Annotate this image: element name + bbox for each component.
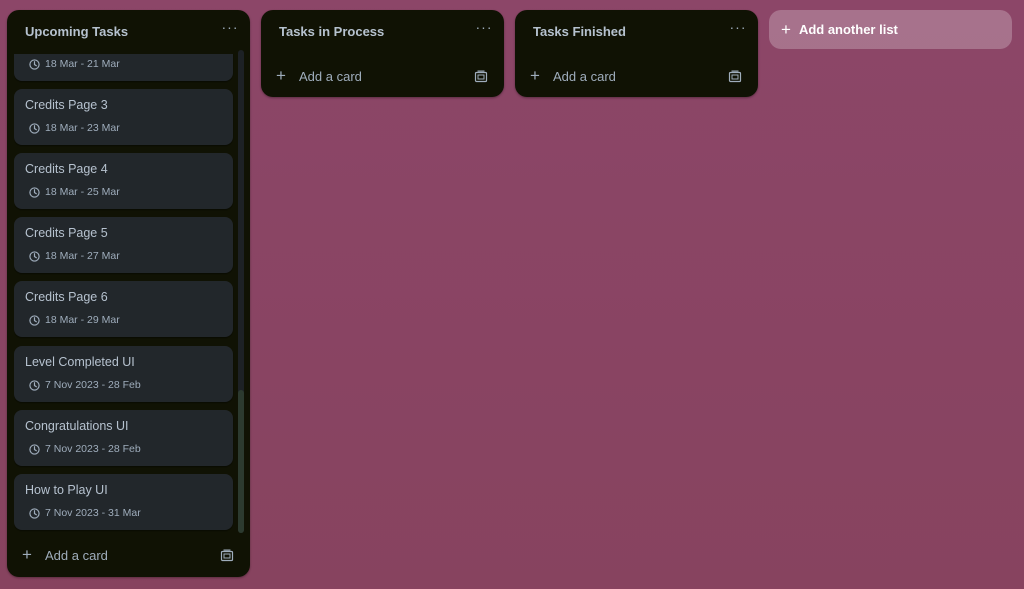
list-tasks-in-process: Tasks in Process ··· + Add a card — [261, 10, 504, 97]
card-date-badge[interactable]: 7 Nov 2023 - 28 Feb — [29, 443, 141, 455]
card-template-icon[interactable] — [474, 69, 488, 83]
card-title: How to Play UI — [25, 483, 108, 497]
clock-icon — [29, 379, 40, 391]
plus-icon: + — [781, 19, 791, 39]
list-scrollbar[interactable] — [238, 50, 244, 533]
add-card-label: Add a card — [299, 68, 362, 84]
card-date-text: 18 Mar - 27 Mar — [45, 250, 120, 262]
card-title: Credits Page 3 — [25, 98, 108, 112]
card-date-text: 18 Mar - 21 Mar — [45, 58, 120, 70]
add-list-label: Add another list — [798, 22, 898, 37]
card-template-icon[interactable] — [220, 548, 234, 562]
card-date-badge[interactable]: 18 Mar - 23 Mar — [29, 122, 120, 134]
scrollbar-thumb[interactable] — [238, 390, 244, 533]
card-title: Congratulations UI — [25, 419, 129, 433]
list-title[interactable]: Tasks in Process — [279, 24, 384, 39]
card-template-icon[interactable] — [728, 69, 742, 83]
plus-icon: + — [22, 545, 32, 564]
card-date-badge[interactable]: 18 Mar - 29 Mar — [29, 314, 120, 326]
card-date-text: 7 Nov 2023 - 28 Feb — [45, 443, 141, 455]
clock-icon — [29, 186, 40, 198]
card-date-text: 18 Mar - 29 Mar — [45, 314, 120, 326]
clock-icon — [29, 314, 40, 326]
card[interactable]: Credits Page 6 18 Mar - 29 Mar — [14, 281, 233, 337]
add-card-button[interactable]: + Add a card — [527, 62, 746, 90]
list-header[interactable]: Tasks Finished ··· — [515, 10, 758, 54]
card[interactable]: Credits Page 4 18 Mar - 25 Mar — [14, 153, 233, 209]
card-title: Credits Page 5 — [25, 226, 108, 240]
card-date-badge[interactable]: 18 Mar - 27 Mar — [29, 250, 120, 262]
clock-icon — [29, 122, 40, 134]
clock-icon — [29, 250, 40, 262]
ellipsis-icon[interactable]: ··· — [728, 20, 748, 38]
card[interactable]: 18 Mar - 21 Mar — [14, 54, 233, 81]
ellipsis-icon[interactable]: ··· — [474, 20, 494, 38]
card[interactable]: Congratulations UI 7 Nov 2023 - 28 Feb — [14, 410, 233, 466]
ellipsis-icon[interactable]: ··· — [220, 20, 240, 38]
list-header[interactable]: Upcoming Tasks ··· — [7, 10, 250, 54]
card-date-text: 7 Nov 2023 - 31 Mar — [45, 507, 141, 519]
card-date-text: 7 Nov 2023 - 28 Feb — [45, 379, 141, 391]
clock-icon — [29, 443, 40, 455]
add-card-button[interactable]: + Add a card — [273, 62, 492, 90]
card-list: 18 Mar - 21 Mar Credits Page 3 18 Mar - … — [14, 54, 241, 545]
list-tasks-finished: Tasks Finished ··· + Add a card — [515, 10, 758, 97]
card-date-text: 18 Mar - 23 Mar — [45, 122, 120, 134]
clock-icon — [29, 58, 40, 70]
card[interactable]: Credits Page 5 18 Mar - 27 Mar — [14, 217, 233, 273]
card-title: Level Completed UI — [25, 355, 135, 369]
card-title: Credits Page 6 — [25, 290, 108, 304]
plus-icon: + — [530, 66, 540, 85]
card-date-badge[interactable]: 18 Mar - 25 Mar — [29, 186, 120, 198]
list-title[interactable]: Tasks Finished — [533, 24, 626, 39]
list-header[interactable]: Tasks in Process ··· — [261, 10, 504, 54]
card[interactable]: Level Completed UI 7 Nov 2023 - 28 Feb — [14, 346, 233, 402]
card[interactable]: How to Play UI 7 Nov 2023 - 31 Mar — [14, 474, 233, 530]
card-date-badge[interactable]: 7 Nov 2023 - 28 Feb — [29, 379, 141, 391]
clock-icon — [29, 507, 40, 519]
card[interactable]: Credits Page 3 18 Mar - 23 Mar — [14, 89, 233, 145]
add-another-list-button[interactable]: + Add another list — [769, 10, 1012, 49]
card-date-text: 18 Mar - 25 Mar — [45, 186, 120, 198]
board: Upcoming Tasks ··· 18 Mar - 21 Mar Credi… — [0, 0, 1024, 589]
list-upcoming-tasks: Upcoming Tasks ··· 18 Mar - 21 Mar Credi… — [7, 10, 250, 577]
card-date-badge[interactable]: 7 Nov 2023 - 31 Mar — [29, 507, 141, 519]
card-title: Credits Page 4 — [25, 162, 108, 176]
add-card-label: Add a card — [45, 547, 108, 563]
list-title[interactable]: Upcoming Tasks — [25, 24, 128, 39]
card-date-badge[interactable]: 18 Mar - 21 Mar — [29, 58, 120, 70]
add-card-label: Add a card — [553, 68, 616, 84]
add-card-button[interactable]: + Add a card — [19, 541, 238, 569]
plus-icon: + — [276, 66, 286, 85]
